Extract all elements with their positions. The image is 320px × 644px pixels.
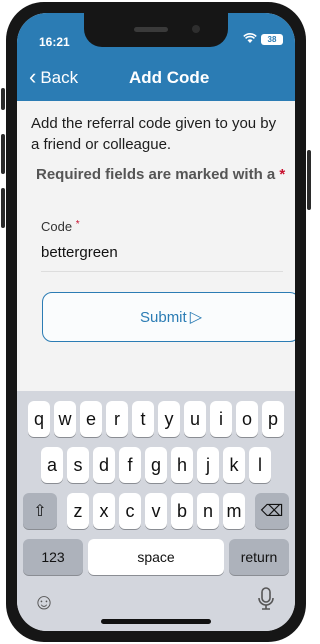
key-p[interactable]: p bbox=[262, 401, 284, 437]
key-h[interactable]: h bbox=[171, 447, 193, 483]
key-j[interactable]: j bbox=[197, 447, 219, 483]
key-b[interactable]: b bbox=[171, 493, 193, 529]
keyboard: q w e r t y u i o p a s d f g h j k l ⇧ … bbox=[17, 391, 295, 631]
key-c[interactable]: c bbox=[119, 493, 141, 529]
submit-label: Submit bbox=[140, 308, 187, 326]
form-content: Add the referral code given to you by a … bbox=[17, 101, 295, 391]
key-o[interactable]: o bbox=[236, 401, 258, 437]
key-l[interactable]: l bbox=[249, 447, 271, 483]
status-icons: 38 bbox=[243, 33, 283, 46]
key-y[interactable]: y bbox=[158, 401, 180, 437]
key-f[interactable]: f bbox=[119, 447, 141, 483]
phone-frame: 16:21 38 ‹ Back Add Code Add the referra… bbox=[6, 2, 306, 642]
speaker bbox=[134, 27, 168, 32]
required-note: Required fields are marked with a * bbox=[36, 164, 286, 185]
play-arrow-icon: ▷ bbox=[189, 309, 202, 326]
code-input-underline bbox=[41, 271, 283, 272]
key-q[interactable]: q bbox=[28, 401, 50, 437]
key-v[interactable]: v bbox=[145, 493, 167, 529]
keyboard-row-1: q w e r t y u i o p bbox=[17, 401, 295, 437]
back-button[interactable]: ‹ Back bbox=[29, 64, 79, 89]
submit-button[interactable]: Submit ▷ bbox=[42, 292, 295, 342]
key-d[interactable]: d bbox=[93, 447, 115, 483]
key-m[interactable]: m bbox=[223, 493, 245, 529]
numbers-key[interactable]: 123 bbox=[23, 539, 83, 575]
key-u[interactable]: u bbox=[184, 401, 206, 437]
nav-header: 16:21 38 ‹ Back Add Code bbox=[17, 13, 295, 101]
code-required-marker: * bbox=[75, 219, 80, 230]
wifi-icon bbox=[243, 33, 257, 46]
required-note-text: Required fields are marked with a bbox=[36, 166, 276, 183]
back-label: Back bbox=[40, 68, 79, 87]
key-g[interactable]: g bbox=[145, 447, 167, 483]
shift-key[interactable]: ⇧ bbox=[23, 493, 57, 529]
key-i[interactable]: i bbox=[210, 401, 232, 437]
key-k[interactable]: k bbox=[223, 447, 245, 483]
key-s[interactable]: s bbox=[67, 447, 89, 483]
backspace-key[interactable]: ⌫ bbox=[255, 493, 289, 529]
screen: 16:21 38 ‹ Back Add Code Add the referra… bbox=[17, 13, 295, 631]
battery-icon: 38 bbox=[261, 34, 283, 45]
page-title: Add Code bbox=[129, 68, 210, 87]
notch bbox=[84, 13, 228, 47]
mute-switch bbox=[1, 88, 5, 110]
keyboard-row-4: 123 space return bbox=[17, 539, 295, 575]
key-x[interactable]: x bbox=[93, 493, 115, 529]
required-marker: * bbox=[279, 166, 286, 183]
camera bbox=[192, 25, 200, 33]
backspace-icon: ⌫ bbox=[260, 503, 284, 520]
key-a[interactable]: a bbox=[41, 447, 63, 483]
return-key[interactable]: return bbox=[229, 539, 289, 575]
emoji-icon[interactable]: ☺ bbox=[29, 587, 59, 617]
microphone-icon[interactable] bbox=[251, 584, 281, 614]
key-e[interactable]: e bbox=[80, 401, 102, 437]
space-key[interactable]: space bbox=[88, 539, 224, 575]
volume-down-button bbox=[1, 188, 5, 228]
keyboard-row-3: ⇧ z x c v b n m ⌫ bbox=[17, 493, 295, 529]
keyboard-row-2: a s d f g h j k l bbox=[17, 447, 295, 483]
key-t[interactable]: t bbox=[132, 401, 154, 437]
key-w[interactable]: w bbox=[54, 401, 76, 437]
power-button bbox=[307, 150, 311, 210]
intro-text: Add the referral code given to you by a … bbox=[31, 115, 277, 153]
key-r[interactable]: r bbox=[106, 401, 128, 437]
status-time: 16:21 bbox=[39, 35, 70, 49]
key-n[interactable]: n bbox=[197, 493, 219, 529]
home-indicator bbox=[101, 619, 211, 624]
shift-icon: ⇧ bbox=[33, 503, 47, 520]
chevron-left-icon: ‹ bbox=[29, 64, 37, 89]
key-z[interactable]: z bbox=[67, 493, 89, 529]
code-label-text: Code bbox=[41, 219, 73, 234]
volume-up-button bbox=[1, 134, 5, 174]
code-input[interactable] bbox=[41, 240, 275, 264]
code-label: Code * bbox=[41, 219, 80, 234]
